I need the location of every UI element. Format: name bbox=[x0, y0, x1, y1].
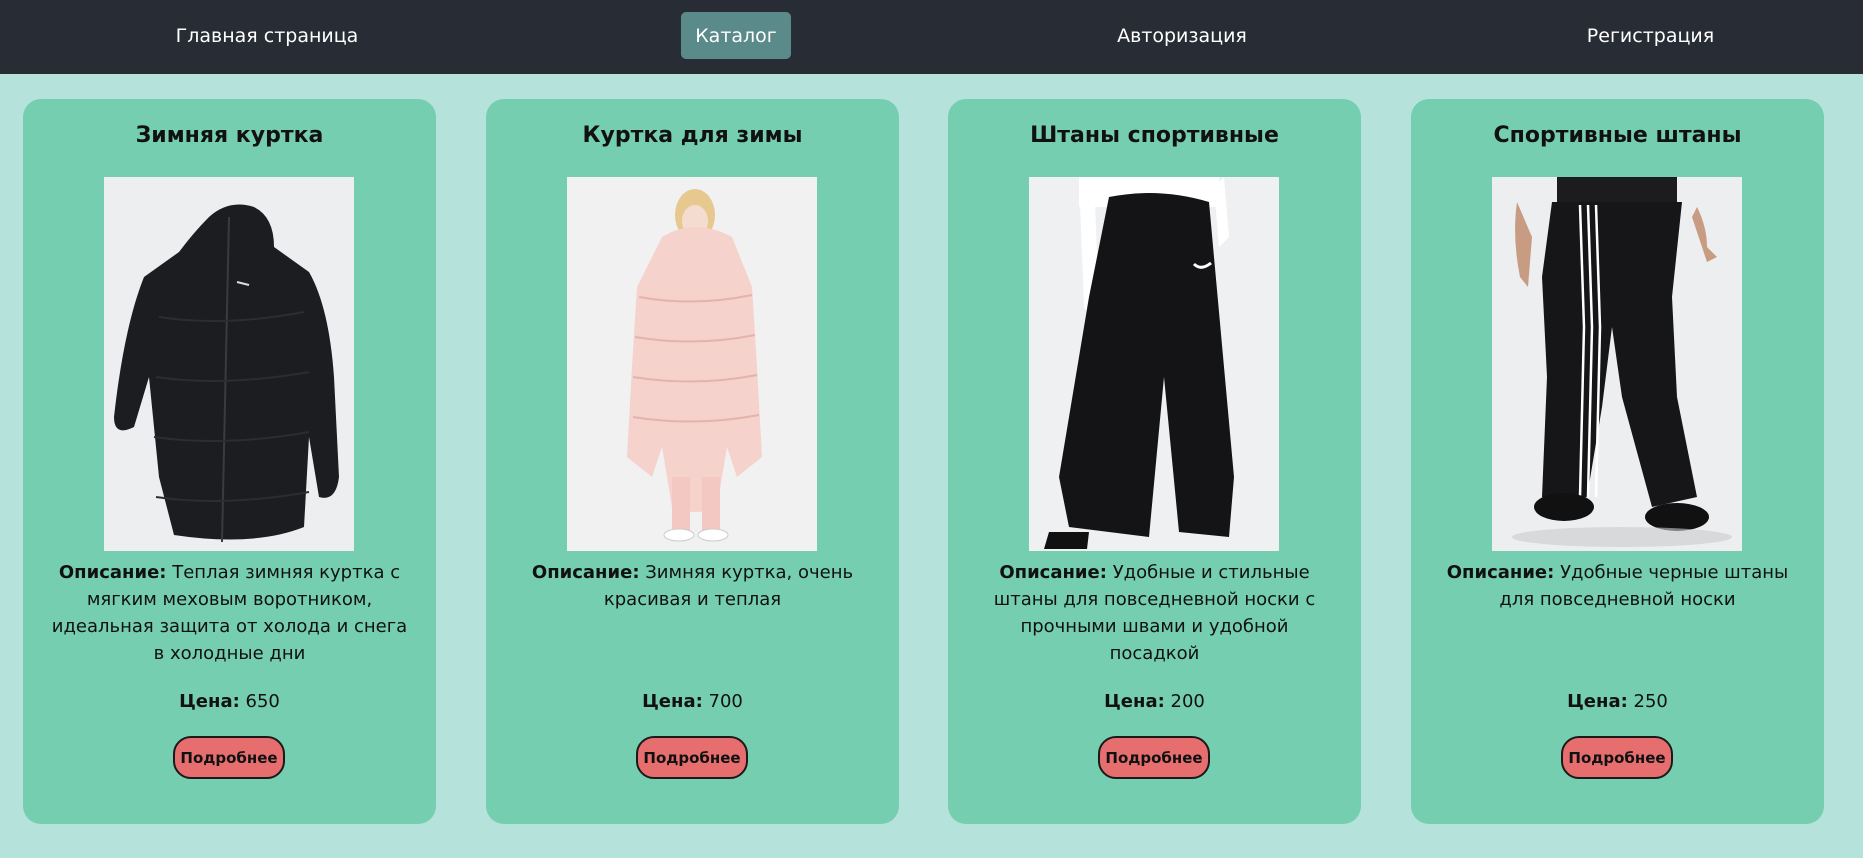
nav-login-link[interactable]: Авторизация bbox=[1112, 12, 1252, 59]
product-title: Штаны спортивные bbox=[1030, 123, 1279, 148]
product-description: Описание: Удобные черные штаны для повсе… bbox=[1437, 559, 1798, 613]
price-value: 200 bbox=[1170, 691, 1205, 712]
coat-image bbox=[567, 177, 817, 551]
price-value: 700 bbox=[708, 691, 743, 712]
description-label: Описание: bbox=[1446, 562, 1555, 583]
details-button[interactable]: Подробнее bbox=[173, 736, 285, 779]
details-button[interactable]: Подробнее bbox=[1098, 736, 1210, 779]
nav-home-link[interactable]: Главная страница bbox=[172, 12, 362, 59]
price-label: Цена: bbox=[1567, 691, 1628, 712]
product-description: Описание: Зимняя куртка, очень красивая … bbox=[512, 559, 873, 613]
description-label: Описание: bbox=[999, 562, 1107, 583]
nav-catalog-link[interactable]: Каталог bbox=[681, 12, 791, 59]
price-label: Цена: bbox=[179, 691, 240, 712]
top-navbar: Главная страница Каталог Авторизация Рег… bbox=[0, 0, 1863, 74]
price-value: 250 bbox=[1633, 691, 1668, 712]
description-label: Описание: bbox=[531, 562, 640, 583]
product-price: Цена: 650 bbox=[23, 691, 436, 712]
sweatpants-image bbox=[1029, 177, 1279, 551]
description-text: Зимняя куртка, очень красивая и теплая bbox=[603, 562, 854, 610]
product-image bbox=[104, 177, 354, 551]
product-card: Зимняя куртка Описание: Теплая зимняя ку… bbox=[23, 99, 436, 824]
product-card: Куртка для зимы Описание: Зимняя куртка,… bbox=[486, 99, 899, 824]
product-price: Цена: 200 bbox=[948, 691, 1361, 712]
price-label: Цена: bbox=[1104, 691, 1165, 712]
jacket-image bbox=[104, 177, 354, 551]
product-title: Куртка для зимы bbox=[582, 123, 803, 148]
track-pants-image bbox=[1492, 177, 1742, 551]
product-title: Спортивные штаны bbox=[1493, 123, 1742, 148]
nav-register-link[interactable]: Регистрация bbox=[1583, 12, 1718, 59]
product-description: Описание: Теплая зимняя куртка с мягким … bbox=[49, 559, 410, 667]
product-image bbox=[1492, 177, 1742, 551]
details-button[interactable]: Подробнее bbox=[636, 736, 748, 779]
price-value: 650 bbox=[245, 691, 280, 712]
product-card: Спортивные штаны Описание: Удобные черны… bbox=[1411, 99, 1824, 824]
product-description: Описание: Удобные и стильные штаны для п… bbox=[974, 559, 1335, 667]
product-card: Штаны спортивные Описание: Удобные и сти… bbox=[948, 99, 1361, 824]
price-label: Цена: bbox=[642, 691, 703, 712]
description-label: Описание: bbox=[58, 562, 167, 583]
details-button[interactable]: Подробнее bbox=[1561, 736, 1673, 779]
product-image bbox=[1029, 177, 1279, 551]
product-title: Зимняя куртка bbox=[135, 123, 324, 148]
product-image bbox=[567, 177, 817, 551]
product-price: Цена: 250 bbox=[1411, 691, 1824, 712]
product-price: Цена: 700 bbox=[486, 691, 899, 712]
